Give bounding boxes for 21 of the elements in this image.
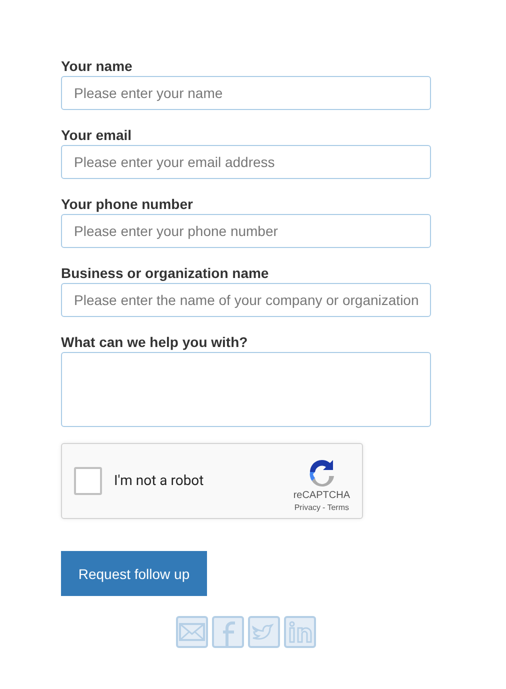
field-label: What can we help you with? xyxy=(61,334,249,350)
terms-link[interactable]: Terms xyxy=(327,503,349,512)
input-field[interactable]: Please enter your name xyxy=(61,76,431,110)
captcha-label: I'm not a robot xyxy=(114,473,205,489)
field-label: Your phone number xyxy=(61,196,194,212)
submit-button[interactable]: Request follow up xyxy=(61,551,207,596)
privacy-link[interactable]: Privacy xyxy=(294,503,321,512)
message-field[interactable] xyxy=(61,352,431,427)
captcha-brand: reCAPTCHA xyxy=(293,490,350,501)
field-label: Your name xyxy=(61,58,134,74)
link-separator: - xyxy=(322,503,326,512)
input-field[interactable]: Please enter your phone number xyxy=(61,214,431,248)
field-label: Business or organization name xyxy=(61,265,270,281)
in-icon[interactable] xyxy=(284,616,316,648)
envelope-icon[interactable] xyxy=(176,616,208,648)
f-icon[interactable] xyxy=(212,616,244,648)
bird-icon[interactable] xyxy=(248,616,280,648)
input-field[interactable]: Please enter the name of your company or organization xyxy=(61,283,431,317)
input-field[interactable]: Please enter your email address xyxy=(61,145,431,179)
captcha-checkbox[interactable] xyxy=(74,467,102,495)
field-label: Your email xyxy=(61,127,133,143)
